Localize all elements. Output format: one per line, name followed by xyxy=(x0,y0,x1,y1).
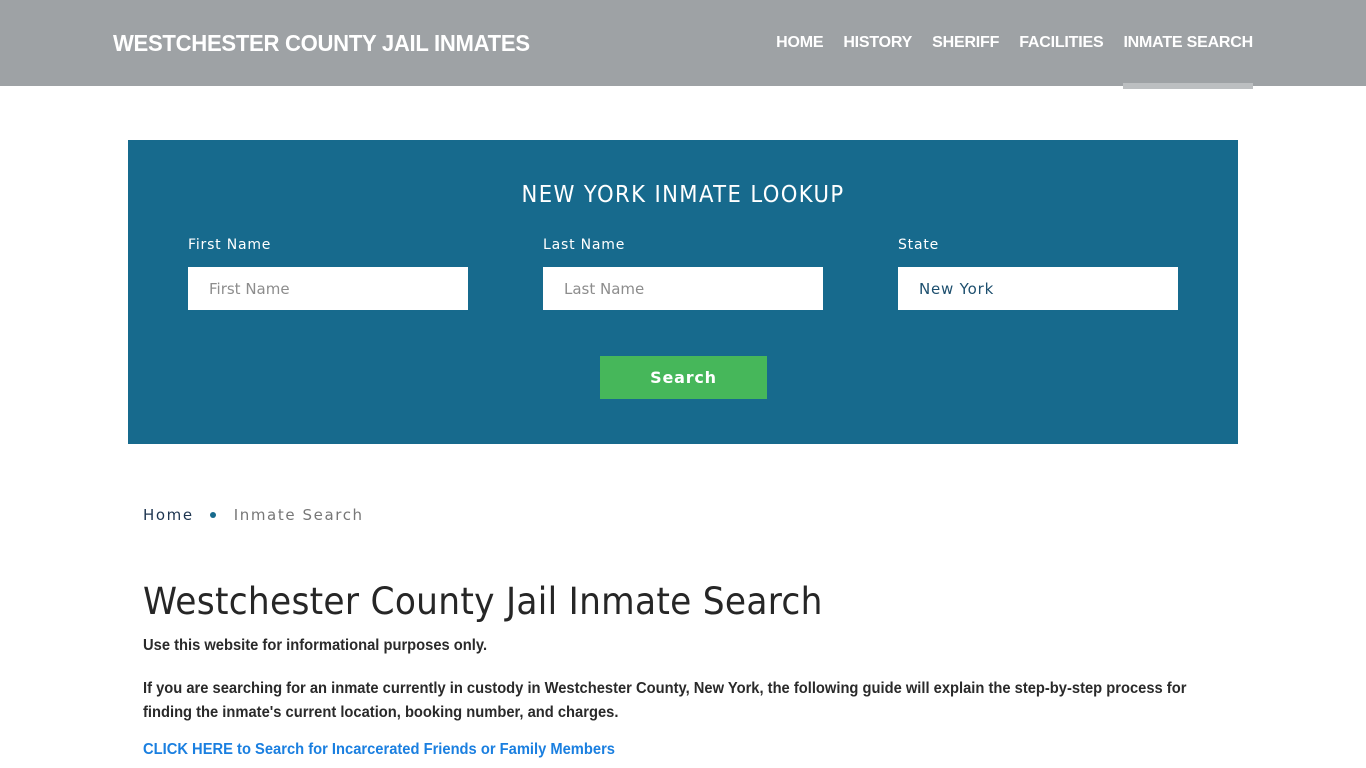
nav-home[interactable]: HOME xyxy=(776,0,823,86)
page-title: Westchester County Jail Inmate Search xyxy=(143,580,823,623)
nav-inmate-search[interactable]: INMATE SEARCH xyxy=(1123,0,1253,89)
search-button[interactable]: Search xyxy=(600,356,767,399)
nav-history[interactable]: HISTORY xyxy=(843,0,912,86)
site-header: WESTCHESTER COUNTY JAIL INMATES HOME HIS… xyxy=(0,0,1366,89)
breadcrumb-home[interactable]: Home xyxy=(143,506,194,524)
nav-sheriff[interactable]: SHERIFF xyxy=(932,0,999,86)
breadcrumb: Home Inmate Search xyxy=(143,506,364,524)
first-name-label: First Name xyxy=(188,237,272,253)
nav-facilities[interactable]: FACILITIES xyxy=(1019,0,1103,86)
state-input[interactable] xyxy=(898,267,1178,310)
site-brand-link[interactable]: WESTCHESTER COUNTY JAIL INMATES xyxy=(113,30,530,57)
last-name-group: Last Name xyxy=(543,237,823,310)
state-label: State xyxy=(898,237,940,253)
first-name-group: First Name xyxy=(188,237,468,310)
search-family-link[interactable]: CLICK HERE to Search for Incarcerated Fr… xyxy=(143,741,615,759)
intro-text: If you are searching for an inmate curre… xyxy=(143,680,1187,721)
breadcrumb-separator-icon xyxy=(209,512,216,518)
inmate-lookup-form: NEW YORK INMATE LOOKUP First Name Last N… xyxy=(128,140,1238,444)
breadcrumb-current: Inmate Search xyxy=(233,506,364,524)
state-group: State xyxy=(898,237,1178,310)
last-name-input[interactable] xyxy=(543,267,823,310)
main-nav: HOME HISTORY SHERIFF FACILITIES INMATE S… xyxy=(756,0,1253,89)
lookup-title: NEW YORK INMATE LOOKUP xyxy=(521,182,845,208)
disclaimer-text: Use this website for informational purpo… xyxy=(143,637,488,654)
first-name-input[interactable] xyxy=(188,267,468,310)
last-name-label: Last Name xyxy=(543,237,626,253)
